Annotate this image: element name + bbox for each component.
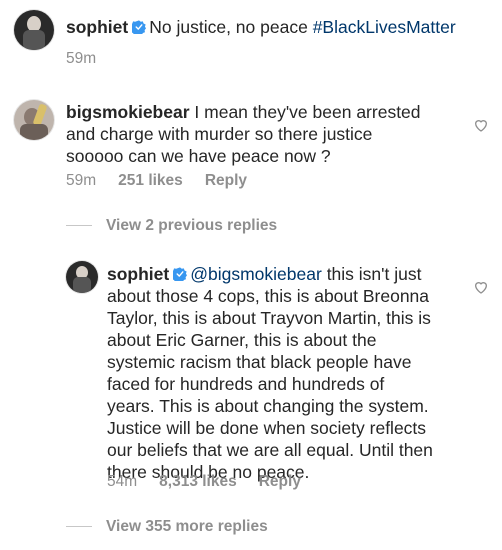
commenter-username[interactable]: bigsmokiebear <box>66 102 190 122</box>
reply-text-line: faced for hundreds and hundreds of <box>107 374 385 394</box>
reply-text-line: this isn't just <box>326 264 422 284</box>
thread-line <box>66 225 92 227</box>
post-caption: sophiet No justice, no peace #BlackLivesM… <box>66 16 486 38</box>
comment-meta: 59m 251 likes Reply <box>66 172 269 190</box>
reply-text-line: Justice will be done when society reflec… <box>107 418 427 438</box>
reply-likes[interactable]: 8,313 likes <box>159 473 237 490</box>
reply-text-line: systemic racism that black people have <box>107 352 412 372</box>
view-previous-replies[interactable]: View 2 previous replies <box>66 217 277 235</box>
reply-author-avatar[interactable] <box>66 261 98 293</box>
view-previous-replies-label[interactable]: View 2 previous replies <box>106 217 277 234</box>
reply-author-username[interactable]: sophiet <box>107 264 169 284</box>
comment-text-line: and charge with murder so there justice <box>66 124 373 144</box>
hashtag-link[interactable]: #BlackLivesMatter <box>313 17 456 37</box>
verified-badge-icon <box>173 267 188 281</box>
comment-text-line: I mean they've been arrested <box>194 102 421 122</box>
heart-icon[interactable] <box>473 117 489 133</box>
reply-text-line: about Eric Garner, this is about the <box>107 330 377 350</box>
comment-text-line: sooooo can we have peace now ? <box>66 146 331 166</box>
post-author-username[interactable]: sophiet <box>66 17 128 37</box>
post-meta: 59m <box>66 50 118 68</box>
comment-body: bigsmokiebear I mean they've been arrest… <box>66 101 466 167</box>
comment-likes[interactable]: 251 likes <box>118 172 183 189</box>
reply-text-line: our beliefs that we are all equal. Until… <box>107 440 433 460</box>
reply-text-line: Taylor, this is about Trayvon Martin, th… <box>107 308 431 328</box>
post-caption-text: No justice, no peace <box>149 17 308 37</box>
comment-timestamp[interactable]: 59m <box>66 172 96 189</box>
commenter-avatar[interactable] <box>14 100 54 140</box>
verified-badge-icon <box>132 20 147 34</box>
post-timestamp[interactable]: 59m <box>66 50 96 67</box>
view-more-replies[interactable]: View 355 more replies <box>66 518 268 536</box>
view-more-replies-label[interactable]: View 355 more replies <box>106 518 268 535</box>
reply-timestamp[interactable]: 54m <box>107 473 137 490</box>
reply-body: sophiet @bigsmokiebear this isn't just ab… <box>107 263 477 483</box>
reply-meta: 54m 8,313 likes Reply <box>107 473 323 491</box>
mention-link[interactable]: @bigsmokiebear <box>190 264 322 284</box>
reply-text-line: years. This is about changing the system… <box>107 396 429 416</box>
heart-icon[interactable] <box>473 279 489 295</box>
reply-reply-button[interactable]: Reply <box>259 473 301 490</box>
comment-line-1: bigsmokiebear I mean they've been arrest… <box>66 101 466 123</box>
reply-line-1: sophiet @bigsmokiebear this isn't just <box>107 263 477 285</box>
thread-line <box>66 526 92 528</box>
post-author-avatar[interactable] <box>14 10 54 50</box>
comment-reply-button[interactable]: Reply <box>205 172 247 189</box>
reply-text-line: about those 4 cops, this is about Breonn… <box>107 286 430 306</box>
